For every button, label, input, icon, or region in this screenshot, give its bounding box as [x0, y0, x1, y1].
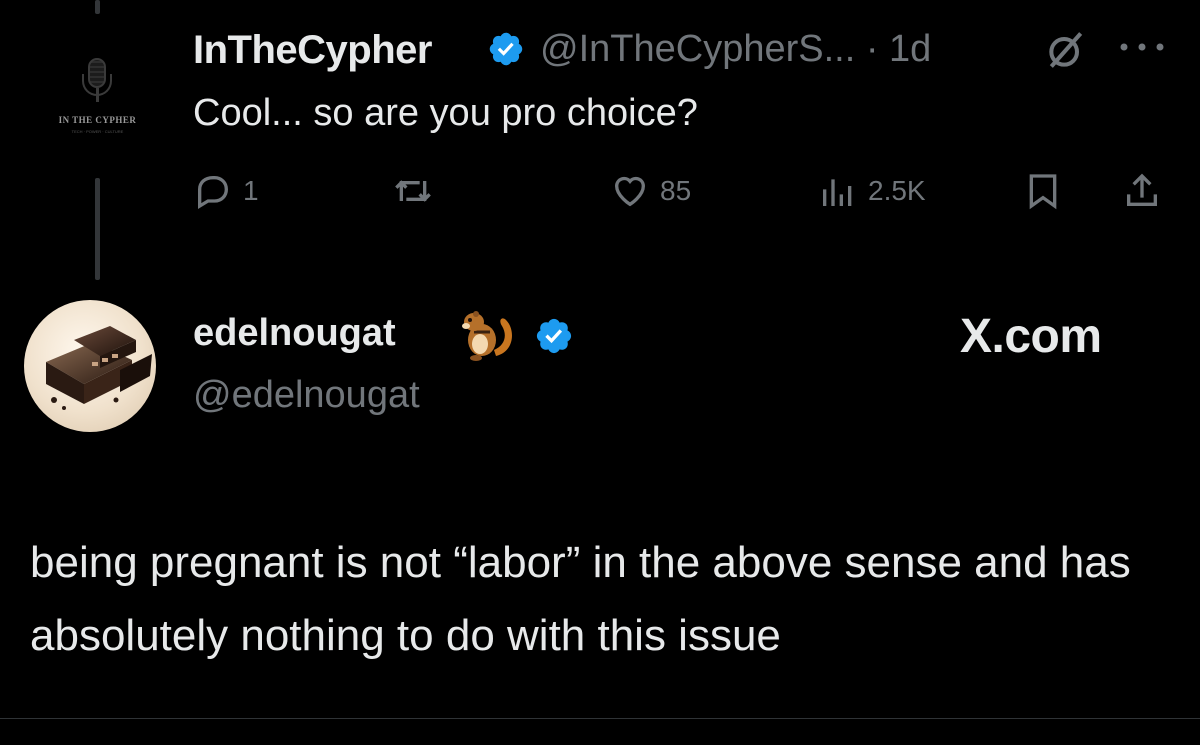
views-button[interactable]: 2.5K: [818, 170, 926, 212]
microphone-stand: [96, 88, 99, 102]
retweet-button[interactable]: [393, 170, 443, 212]
views-icon: [823, 179, 852, 206]
reply-count: 1: [243, 175, 259, 206]
tweet-text: being pregnant is not “labor” in the abo…: [30, 538, 1131, 660]
share-icon: [1127, 173, 1157, 206]
verified-badge-icon: [536, 318, 572, 354]
thread-line-connector: [95, 178, 100, 280]
avatar-edelnougat[interactable]: [24, 300, 156, 432]
avatar-logo-text: IN THE CYPHER: [58, 115, 137, 125]
tweet-text: Cool... so are you pro choice?: [193, 92, 698, 134]
bookmark-icon: [1029, 174, 1057, 210]
like-button[interactable]: 85: [610, 170, 691, 212]
avatar-logo-subtext: TECH · POWER · CULTURE: [71, 129, 124, 134]
more-dots-icon[interactable]: [1116, 37, 1168, 57]
bookmark-button[interactable]: [1023, 170, 1063, 212]
like-count: 85: [660, 175, 692, 206]
verified-badge-icon: [489, 32, 523, 66]
author-name[interactable]: InTheCypher: [193, 28, 432, 73]
reply-icon: [198, 176, 229, 209]
reply-button[interactable]: 1: [193, 170, 259, 212]
chipmunk-emoji: [462, 311, 512, 361]
chocolate-bars-image: [46, 326, 152, 410]
grok-icon[interactable]: [1044, 28, 1088, 72]
avatar-inthecypher[interactable]: IN THE CYPHER TECH · POWER · CULTURE: [50, 52, 145, 147]
tweet-meta-handle-time[interactable]: @InTheCypherS... · 1d: [540, 28, 931, 71]
author-name[interactable]: edelnougat: [193, 312, 396, 355]
divider: [0, 718, 1200, 719]
share-button[interactable]: [1122, 170, 1162, 212]
thread-line-top: [95, 0, 100, 14]
author-handle[interactable]: @edelnougat: [193, 374, 420, 417]
views-count: 2.5K: [868, 175, 926, 206]
heart-icon: [614, 176, 646, 207]
x-com-brand: X.com: [960, 310, 1102, 363]
retweet-icon: [395, 180, 431, 202]
